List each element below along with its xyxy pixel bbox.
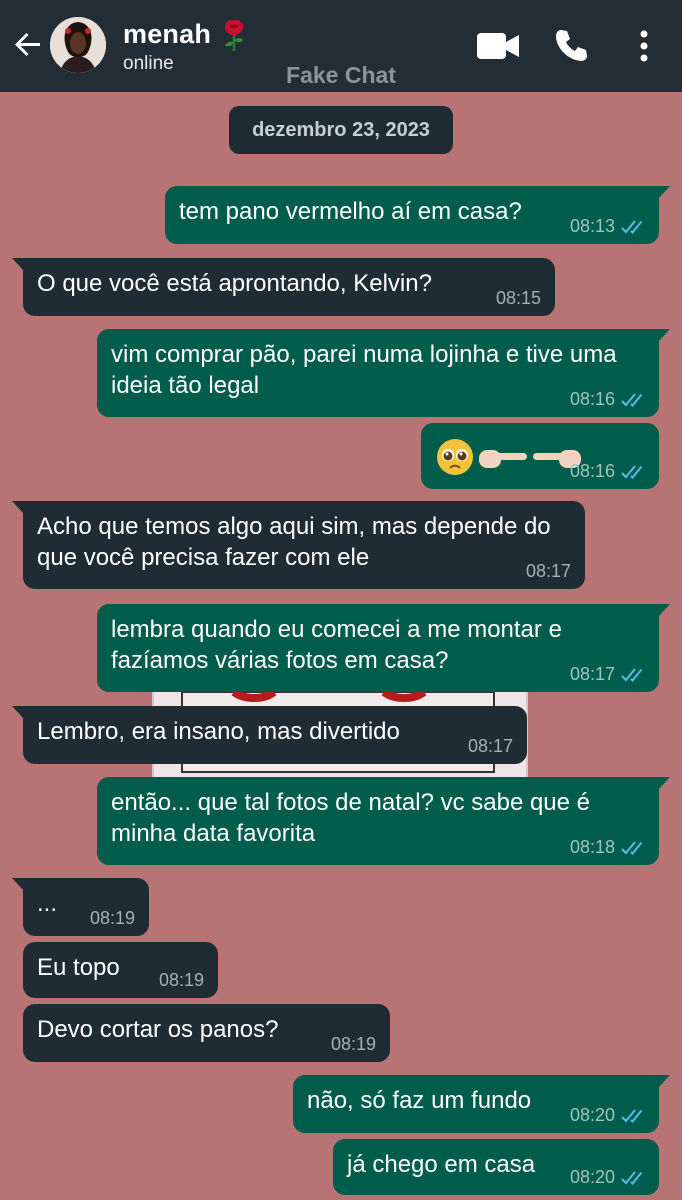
message-time: 08:16 xyxy=(569,389,615,409)
message-text: lembra quando eu comecei a me montar e f… xyxy=(111,616,562,674)
arrow-left-icon[interactable] xyxy=(12,28,44,60)
date-separator: dezembro 23, 2023 xyxy=(229,106,453,154)
double-check-icon xyxy=(621,393,643,407)
message-bubble-incoming[interactable]: O que você está aprontando, Kelvin? 08:1… xyxy=(12,258,555,316)
message-time: 08:19 xyxy=(330,1034,376,1054)
message-time: 08:13 xyxy=(569,216,615,236)
message-bubble-incoming[interactable]: ... 08:19 xyxy=(12,878,149,936)
message-bubble-incoming[interactable]: Eu topo 08:19 xyxy=(23,942,218,998)
message-bubble-outgoing[interactable]: não, só faz um fundo 08:20 xyxy=(293,1075,670,1133)
message-bubble-outgoing[interactable]: lembra quando eu comecei a me montar e f… xyxy=(97,604,670,692)
message-time: 08:17 xyxy=(569,664,615,684)
message-time: 08:17 xyxy=(467,736,513,756)
message-text: Acho que temos algo aqui sim, mas depend… xyxy=(37,513,551,571)
more-vertical-icon[interactable] xyxy=(636,29,652,63)
message-bubble-outgoing[interactable]: já chego em casa 08:20 xyxy=(333,1139,659,1195)
double-check-icon xyxy=(621,668,643,682)
contact-name[interactable]: menah xyxy=(123,19,211,50)
rose-icon xyxy=(224,20,244,51)
double-check-icon xyxy=(621,220,643,234)
voice-call-icon[interactable] xyxy=(554,28,588,62)
message-text: Devo cortar os panos? xyxy=(37,1016,279,1043)
message-time: 08:17 xyxy=(525,561,571,581)
message-bubble-outgoing[interactable]: vim comprar pão, parei numa lojinha e ti… xyxy=(97,329,670,417)
message-bubble-outgoing[interactable]: então... que tal fotos de natal? vc sabe… xyxy=(97,777,670,865)
message-text: vim comprar pão, parei numa lojinha e ti… xyxy=(111,341,617,399)
pleading-face-emoji xyxy=(437,439,473,475)
video-call-icon[interactable] xyxy=(477,33,519,59)
message-bubble-outgoing[interactable]: tem pano vermelho aí em casa? 08:13 xyxy=(165,186,670,244)
message-bubble-incoming[interactable]: Acho que temos algo aqui sim, mas depend… xyxy=(12,501,585,589)
message-text: Lembro, era insano, mas divertido xyxy=(37,718,400,745)
double-check-icon xyxy=(621,1109,643,1123)
double-check-icon xyxy=(621,1171,643,1185)
message-time: 08:16 xyxy=(569,461,615,481)
double-check-icon xyxy=(621,841,643,855)
message-time: 08:20 xyxy=(569,1105,615,1125)
pointing-right-emoji xyxy=(479,450,527,468)
message-time: 08:18 xyxy=(569,837,615,857)
message-time: 08:20 xyxy=(569,1167,615,1187)
message-bubble-incoming[interactable]: Lembro, era insano, mas divertido 08:17 xyxy=(12,706,527,764)
watermark: Fake Chat xyxy=(286,62,396,88)
message-time: 08:15 xyxy=(495,288,541,308)
message-time: 08:19 xyxy=(158,970,204,990)
message-text: O que você está aprontando, Kelvin? xyxy=(37,270,432,297)
message-bubble-incoming[interactable]: Devo cortar os panos? 08:19 xyxy=(23,1004,390,1062)
message-time: 08:19 xyxy=(89,908,135,928)
double-check-icon xyxy=(621,465,643,479)
message-bubble-outgoing[interactable]: 08:16 xyxy=(421,423,659,489)
message-text: então... que tal fotos de natal? vc sabe… xyxy=(111,789,591,847)
